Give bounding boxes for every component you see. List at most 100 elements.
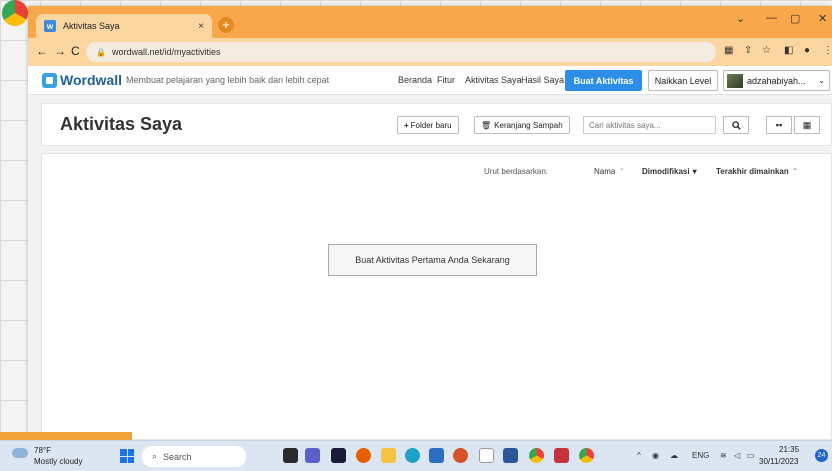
large-grid-icon: ▪▪ — [775, 120, 783, 130]
sort-modified-label: Dimodifikasi — [642, 167, 690, 176]
taskbar: 78°F Mostly cloudy ⌕ Search ^ ◉ ☁ ENG ≋ … — [0, 440, 832, 471]
notification-strip — [0, 432, 132, 440]
tray-app-icon[interactable]: ◉ — [652, 451, 659, 460]
create-first-activity-button[interactable]: Buat Aktivitas Pertama Anda Sekarang — [328, 244, 537, 276]
minimize-button[interactable]: — — [766, 12, 777, 24]
nav-my-activities[interactable]: Aktivitas Saya — [465, 75, 522, 85]
url-text: wordwall.net/id/myactivities — [111, 47, 221, 57]
file-explorer-icon[interactable] — [381, 448, 396, 463]
user-name: adzahabiyah... — [747, 75, 806, 86]
close-tab-icon[interactable]: × — [198, 21, 204, 32]
cloud-icon — [12, 448, 28, 458]
bookmark-star-icon[interactable]: ☆ — [762, 45, 771, 56]
browser-window: w Aktivitas Saya × + ⌄ — ▢ ✕ ← → C 🔒 wor… — [28, 6, 832, 440]
sidepanel-icon[interactable]: ◧ — [784, 45, 793, 56]
nav-my-results[interactable]: Hasil Saya — [521, 75, 564, 85]
grid-view-button[interactable]: ▪▪ — [766, 116, 792, 134]
menu-dots-icon[interactable]: ⋮ — [823, 45, 832, 56]
trash-button[interactable]: 🗑 Keranjang Sampah — [474, 116, 570, 134]
tray-drive-icon[interactable]: ☁ — [670, 451, 678, 460]
store-icon[interactable] — [429, 448, 444, 463]
firefox-icon[interactable] — [356, 448, 371, 463]
app-icon[interactable] — [331, 448, 346, 463]
tab-search-icon[interactable]: ⌄ — [736, 12, 745, 25]
wordwall-header: Wordwall Membuat pelajaran yang lebih ba… — [28, 66, 832, 95]
language-indicator[interactable]: ENG — [692, 451, 709, 460]
clock-date[interactable]: 30/11/2023 — [759, 457, 798, 466]
word-icon[interactable] — [503, 448, 518, 463]
sort-label: Urut berdasarkan: — [484, 167, 549, 176]
chrome-profile-icon[interactable] — [579, 448, 594, 463]
wordwall-logo-icon — [42, 72, 57, 88]
user-menu[interactable]: adzahabiyah... ⌄ — [723, 70, 830, 91]
sort-by-modified[interactable]: Dimodifikasi ▾ — [642, 167, 697, 176]
search-activities-input[interactable] — [583, 116, 716, 134]
sort-by-last-played[interactable]: Terakhir dimainkan ⌃ — [716, 167, 798, 176]
amazon-icon[interactable] — [479, 448, 494, 463]
omnibox[interactable]: 🔒 wordwall.net/id/myactivities — [86, 42, 716, 62]
search-icon — [731, 120, 741, 130]
sort-arrow-icon: ⌃ — [791, 167, 799, 176]
trash-icon: 🗑 — [481, 120, 492, 130]
maximize-button[interactable]: ▢ — [790, 12, 800, 25]
create-activity-button[interactable]: Buat Aktivitas — [565, 70, 642, 91]
wordwall-favicon-icon: w — [44, 20, 56, 32]
close-window-button[interactable]: ✕ — [818, 12, 827, 25]
translate-icon[interactable]: ▦ — [724, 45, 733, 56]
chevron-up-icon[interactable]: ^ — [637, 451, 641, 460]
chrome-icon[interactable] — [529, 448, 544, 463]
avatar — [727, 73, 743, 88]
tab-strip: w Aktivitas Saya × + ⌄ — ▢ ✕ — [28, 6, 832, 38]
tagline: Membuat pelajaran yang lebih baik dan le… — [126, 75, 330, 85]
nav-features[interactable]: Fitur — [437, 75, 455, 85]
trash-label: Keranjang Sampah — [494, 120, 563, 130]
search-button[interactable] — [723, 116, 749, 134]
chrome-desktop-icon[interactable] — [2, 0, 28, 26]
app-red-icon[interactable] — [554, 448, 569, 463]
back-arrow-icon[interactable]: ← — [36, 44, 48, 58]
task-view-icon[interactable] — [283, 448, 298, 463]
nav-home[interactable]: Beranda — [398, 75, 432, 85]
sort-by-name[interactable]: Nama ⌃ — [594, 167, 625, 176]
share-icon[interactable]: ⇪ — [744, 45, 752, 56]
teams-chat-icon[interactable] — [305, 448, 320, 463]
clock-time[interactable]: 21:35 — [779, 445, 799, 454]
tab-title: Aktivitas Saya — [63, 21, 120, 31]
sort-name-label: Nama — [594, 167, 616, 176]
upgrade-button[interactable]: Naikkan Level — [648, 70, 718, 91]
reload-icon[interactable]: C — [71, 44, 80, 58]
logo-text: Wordwall — [60, 72, 122, 88]
taskbar-search-label: Search — [163, 451, 192, 462]
new-folder-button[interactable]: + Folder baru — [397, 116, 459, 134]
title-card: Aktivitas Saya + Folder baru 🗑 Keranjang… — [41, 103, 832, 146]
new-folder-label: Folder baru — [410, 120, 452, 130]
caret-down-icon: ▾ — [692, 167, 697, 176]
list-view-button[interactable]: ▦ — [794, 116, 820, 134]
search-icon: ⌕ — [152, 451, 158, 461]
edge-icon[interactable] — [405, 448, 420, 463]
new-tab-button[interactable]: + — [218, 17, 234, 33]
volume-icon[interactable]: ◁ — [734, 451, 740, 460]
browser-tab[interactable]: w Aktivitas Saya × — [36, 14, 212, 38]
lock-icon: 🔒 — [96, 47, 106, 57]
wordwall-logo[interactable]: Wordwall — [42, 72, 122, 88]
profile-icon[interactable]: ● — [804, 45, 810, 56]
battery-icon[interactable]: ▭ — [747, 451, 755, 460]
small-grid-icon: ▦ — [802, 119, 812, 130]
windows-start-icon[interactable] — [120, 449, 134, 463]
activities-panel: Urut berdasarkan: Nama ⌃ Dimodifikasi ▾ Te… — [41, 153, 832, 440]
sort-arrow-icon: ⌃ — [618, 167, 626, 176]
weather-description: Mostly cloudy — [34, 457, 83, 466]
firefox-alt-icon[interactable] — [453, 448, 468, 463]
weather-temperature: 78°F — [34, 446, 51, 455]
plus-icon: + — [404, 120, 409, 130]
taskbar-search[interactable]: ⌕ Search — [142, 446, 246, 467]
address-bar-row: ← → C 🔒 wordwall.net/id/myactivities ▦ ⇪… — [28, 38, 832, 66]
page-title: Aktivitas Saya — [60, 114, 183, 134]
wifi-icon[interactable]: ≋ — [720, 451, 727, 460]
forward-arrow-icon[interactable]: → — [54, 44, 66, 58]
sort-last-played-label: Terakhir dimainkan — [716, 167, 789, 176]
notification-badge[interactable]: 24 — [815, 449, 828, 462]
page-body: Aktivitas Saya + Folder baru 🗑 Keranjang… — [28, 95, 832, 440]
chevron-down-icon: ⌄ — [818, 76, 825, 85]
